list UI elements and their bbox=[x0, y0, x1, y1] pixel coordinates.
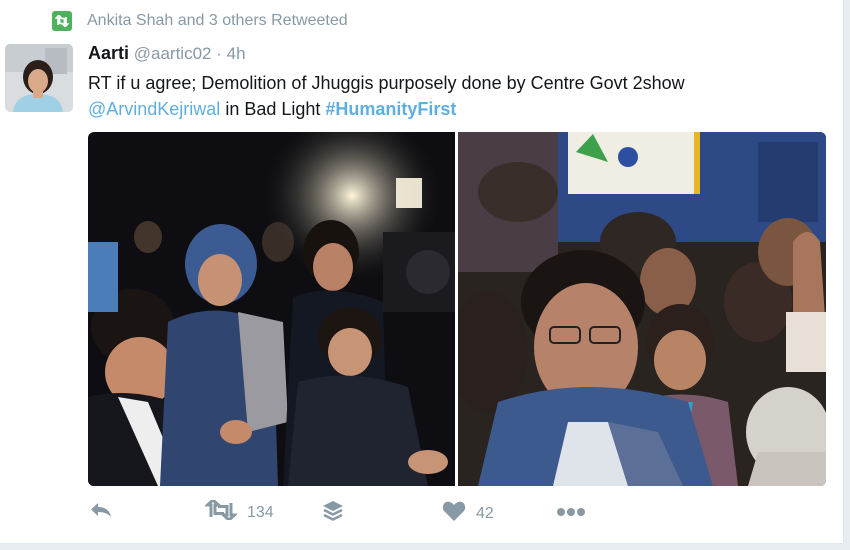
retweet-icon bbox=[203, 497, 239, 525]
tweet-text-body: RT if u agree; Demolition of Jhuggis pur… bbox=[88, 73, 685, 93]
retweet-button[interactable]: 134 bbox=[203, 497, 274, 525]
tweet-card[interactable]: Ankita Shah and 3 others Retweeted Aarti… bbox=[0, 0, 844, 544]
tweet-header: Aarti @aartic02 · 4h bbox=[88, 43, 246, 64]
author-name[interactable]: Aarti bbox=[88, 43, 129, 63]
tweet-text-body-2: in Bad Light bbox=[220, 99, 326, 119]
hashtag-link[interactable]: #HumanityFirst bbox=[325, 99, 456, 119]
like-count: 42 bbox=[476, 504, 494, 522]
tweet-timestamp[interactable]: 4h bbox=[227, 44, 246, 63]
photo-right[interactable] bbox=[458, 132, 826, 486]
retweet-context-text[interactable]: Ankita Shah and 3 others Retweeted bbox=[87, 12, 348, 30]
retweet-badge-icon bbox=[52, 11, 72, 31]
separator-dot: · bbox=[216, 44, 222, 63]
author-handle[interactable]: @aartic02 bbox=[134, 44, 212, 63]
layers-icon bbox=[322, 500, 344, 527]
retweet-context: Ankita Shah and 3 others Retweeted bbox=[52, 11, 348, 31]
more-button[interactable] bbox=[556, 504, 586, 522]
retweet-count: 134 bbox=[247, 503, 274, 521]
buffer-button[interactable] bbox=[322, 500, 344, 527]
tweet-actions: 134 42 bbox=[88, 497, 828, 530]
more-dots-icon bbox=[556, 504, 586, 522]
reply-button[interactable] bbox=[88, 500, 114, 525]
avatar[interactable] bbox=[5, 44, 73, 112]
tweet-text: RT if u agree; Demolition of Jhuggis pur… bbox=[88, 70, 828, 122]
photo-left[interactable] bbox=[88, 132, 455, 486]
mention-link[interactable]: @ArvindKejriwal bbox=[88, 99, 220, 119]
media-grid bbox=[88, 132, 826, 486]
heart-icon bbox=[442, 500, 466, 527]
like-button[interactable]: 42 bbox=[442, 500, 494, 527]
reply-icon bbox=[88, 500, 114, 525]
